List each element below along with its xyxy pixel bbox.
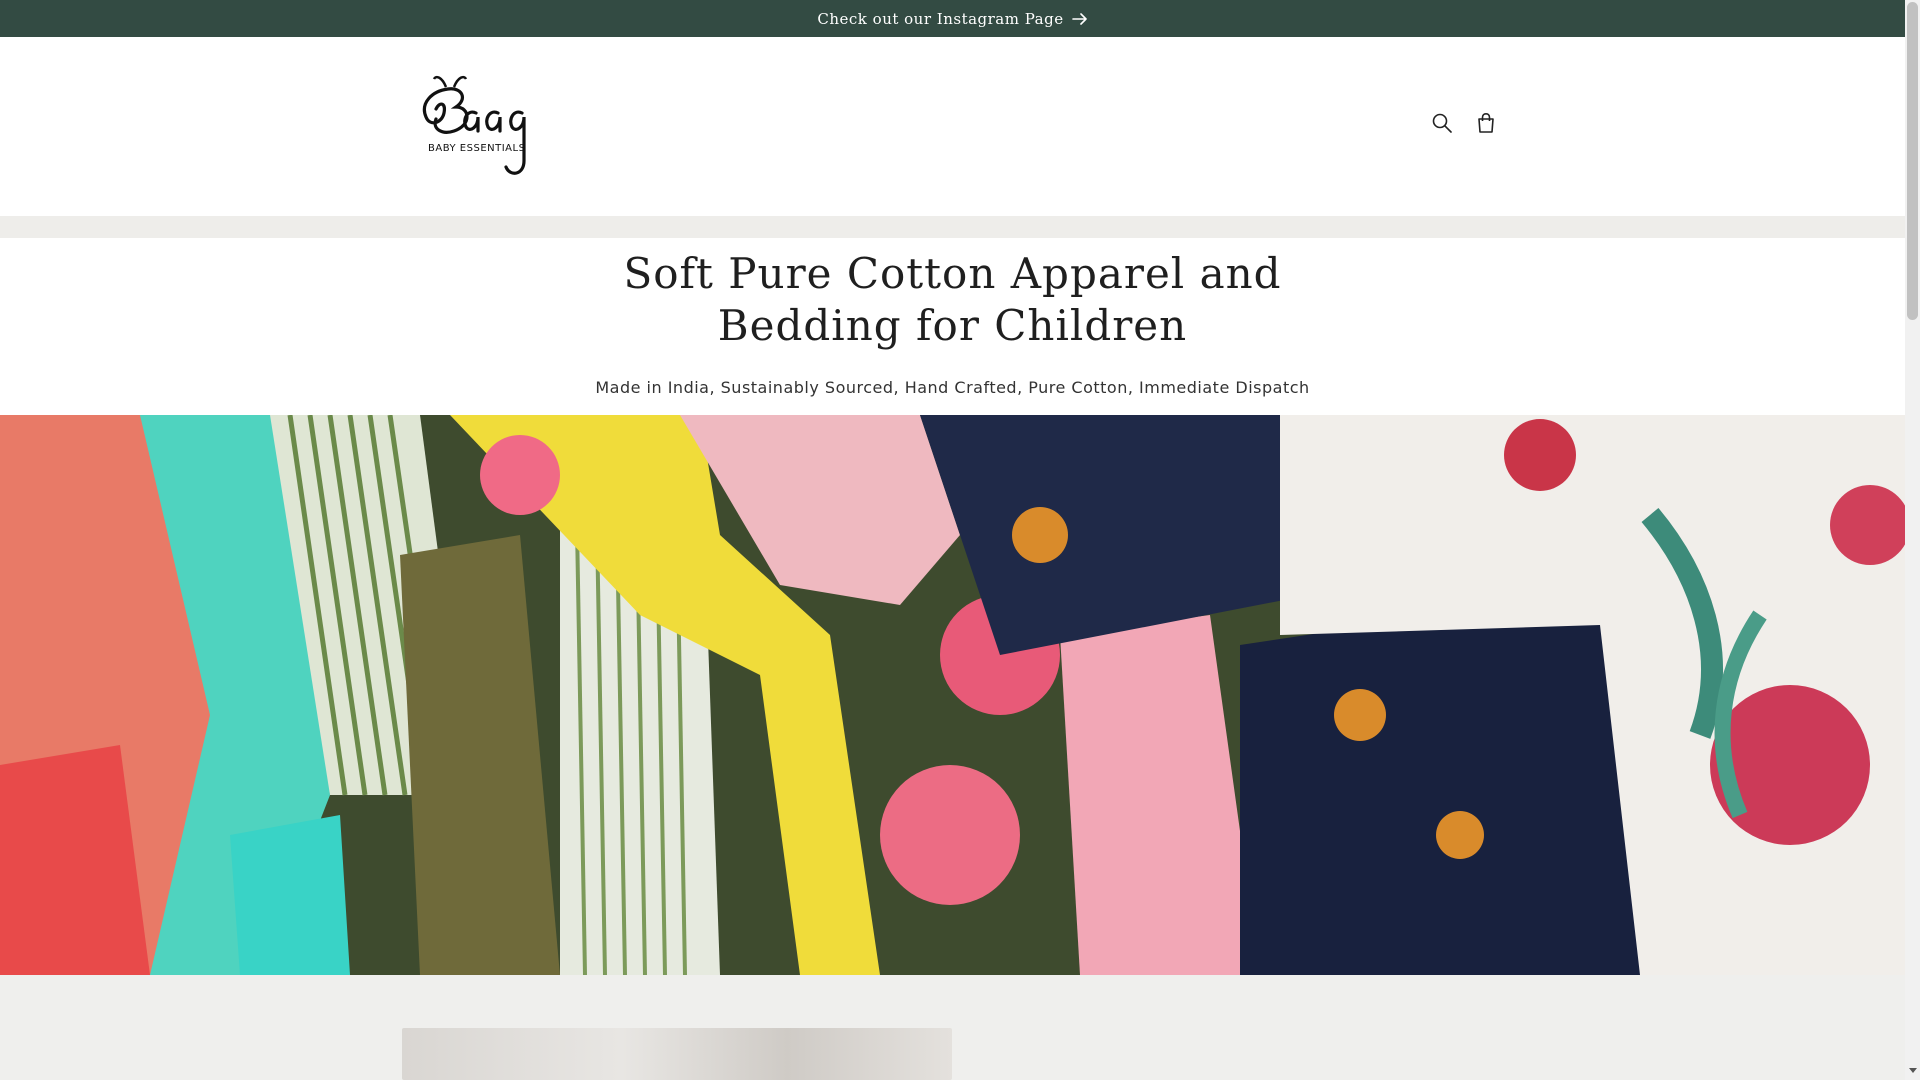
hero-text-section: Soft Pure Cotton Apparel and Bedding for…	[0, 238, 1905, 415]
cart-button[interactable]	[1474, 111, 1498, 135]
page: Check out our Instagram Page BABY ESSENT…	[0, 0, 1905, 1080]
cart-icon	[1478, 112, 1494, 133]
hero-subtitle: Made in India, Sustainably Sourced, Hand…	[595, 378, 1310, 397]
logo-tagline: BABY ESSENTIALS	[428, 143, 525, 154]
hero-title: Soft Pure Cotton Apparel and Bedding for…	[623, 249, 1282, 350]
next-section	[0, 975, 1905, 1080]
hero-banner-image	[0, 415, 1905, 975]
search-icon	[1432, 113, 1452, 133]
scrollbar-thumb[interactable]	[1907, 2, 1918, 320]
announcement-text: Check out our Instagram Page	[817, 9, 1064, 28]
announcement-bar: Check out our Instagram Page	[0, 0, 1905, 37]
hanging-clothes-photo	[0, 415, 1905, 975]
site-logo[interactable]: BABY ESSENTIALS	[402, 69, 562, 189]
header-icons	[1430, 111, 1498, 135]
scroll-down-arrow-icon[interactable]	[1909, 1068, 1917, 1073]
site-header: BABY ESSENTIALS	[0, 37, 1905, 217]
header-divider-band	[0, 216, 1905, 238]
arrow-right-icon	[1071, 12, 1087, 25]
search-button[interactable]	[1430, 111, 1454, 135]
baag-logo-icon: BABY ESSENTIALS	[422, 75, 526, 175]
instagram-link[interactable]: Check out our Instagram Page	[817, 10, 1087, 28]
next-section-image-preview	[402, 1028, 952, 1080]
